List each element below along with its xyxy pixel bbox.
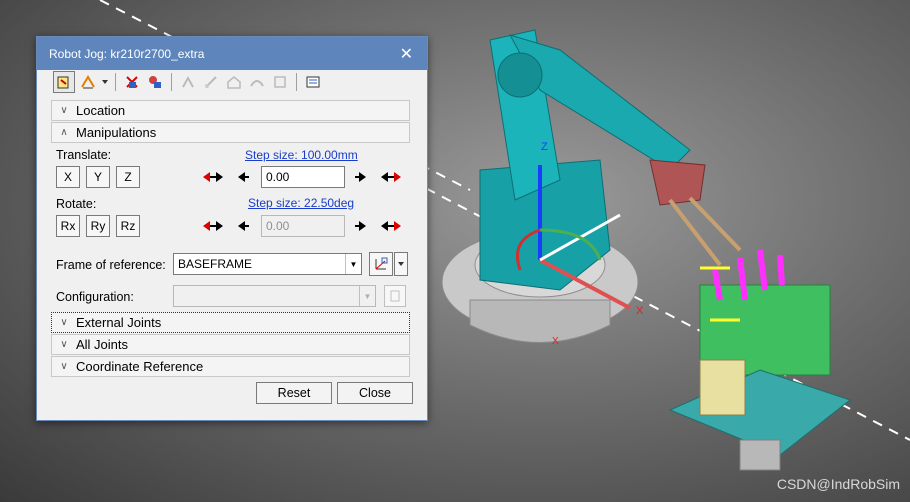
translate-step-size-link[interactable]: Step size: 100.00mm [245,148,358,162]
configuration-label: Configuration: [56,290,134,304]
toolbar [53,70,379,94]
robot-gripper [668,196,742,267]
translate-step-minus-icon[interactable] [231,166,255,188]
dialog-title: Robot Jog: kr210r2700_extra [49,46,205,61]
translate-value-input[interactable]: 0.00 [261,166,345,188]
section-coordinate-reference-label: Coordinate Reference [76,359,204,374]
dialog-titlebar[interactable]: Robot Jog: kr210r2700_extra ✕ [37,37,427,70]
axis-label-z: Z [541,141,548,153]
chevron-down-icon[interactable]: ▼ [345,254,361,274]
chevron-up-icon: ∧ [60,127,68,138]
frame-of-reference-select[interactable]: BASEFRAME ▼ [173,253,362,275]
teach-point-icon[interactable] [178,72,198,92]
translate-z-button[interactable]: Z [116,166,140,188]
rotate-step-plus-icon[interactable] [349,215,373,237]
rotate-ry-button[interactable]: Ry [86,215,110,237]
configuration-browse-icon[interactable] [384,285,406,307]
section-all-joints[interactable]: ∨ All Joints [51,334,410,355]
section-location-label: Location [76,103,126,118]
robot-joint [497,52,543,98]
close-icon[interactable]: ✕ [400,44,413,64]
translate-reset-plus-icon[interactable] [379,166,403,188]
robot-tool [649,159,706,206]
options-icon[interactable] [303,72,323,92]
section-manipulations[interactable]: ∧ Manipulations [51,122,410,143]
robot-icon[interactable] [145,72,165,92]
chevron-down-icon: ∨ [60,105,68,116]
rotate-value-input[interactable]: 0.00 [261,215,345,237]
translate-reset-minus-icon[interactable] [201,166,225,188]
section-manipulations-label: Manipulations [76,125,157,140]
move-to-icon[interactable] [201,72,221,92]
section-external-joints[interactable]: ∨ External Joints [51,312,410,333]
axis-label-x-base: X [552,336,559,347]
dropdown-arrow-icon[interactable] [101,72,109,92]
rotate-step-size-link[interactable]: Step size: 22.50deg [248,196,354,210]
section-coordinate-reference[interactable]: ∨ Coordinate Reference [51,356,410,377]
chevron-down-icon: ∨ [60,317,68,328]
frame-of-reference-label: Frame of reference: [56,258,166,272]
rotate-label: Rotate: [56,197,97,211]
rotate-reset-minus-icon[interactable] [201,215,225,237]
home-icon[interactable] [224,72,244,92]
collision-icon[interactable] [122,72,142,92]
rotate-reset-plus-icon[interactable] [379,215,403,237]
toolbar-separator [115,73,116,91]
robot-jog-dialog: Robot Jog: kr210r2700_extra ✕ ∨ Location… [36,36,428,421]
reset-button[interactable]: Reset [256,382,332,404]
section-all-joints-label: All Joints [76,337,129,352]
watermark: CSDN@IndRobSim [776,476,900,492]
chevron-down-icon[interactable]: ▼ [359,286,375,306]
configuration-select[interactable]: ▼ [173,285,376,307]
toolbar-separator [171,73,172,91]
rotate-rz-button[interactable]: Rz [116,215,140,237]
frame-picker-dropdown-icon[interactable] [394,252,408,276]
robot-base-cylinder [469,299,611,343]
jog-mode-tcp-icon[interactable] [53,71,75,93]
chevron-down-icon: ∨ [60,361,68,372]
frame-picker-icon[interactable] [369,252,393,276]
fixture-column [699,359,746,416]
frame-of-reference-value: BASEFRAME [178,257,253,271]
translate-label: Translate: [56,148,112,162]
translate-y-button[interactable]: Y [86,166,110,188]
rotate-rx-button[interactable]: Rx [56,215,80,237]
rotate-step-minus-icon[interactable] [231,215,255,237]
close-button[interactable]: Close [337,382,413,404]
translate-x-button[interactable]: X [56,166,80,188]
toolbar-separator [296,73,297,91]
chevron-down-icon: ∨ [60,339,68,350]
section-external-joints-label: External Joints [76,315,162,330]
path-icon[interactable] [247,72,267,92]
section-location[interactable]: ∨ Location [51,100,410,121]
translate-step-plus-icon[interactable] [349,166,373,188]
fixture-stand [739,439,781,471]
jog-mode-joint-icon[interactable] [78,72,98,92]
axis-label-x: X [636,305,644,317]
record-icon[interactable] [270,72,290,92]
